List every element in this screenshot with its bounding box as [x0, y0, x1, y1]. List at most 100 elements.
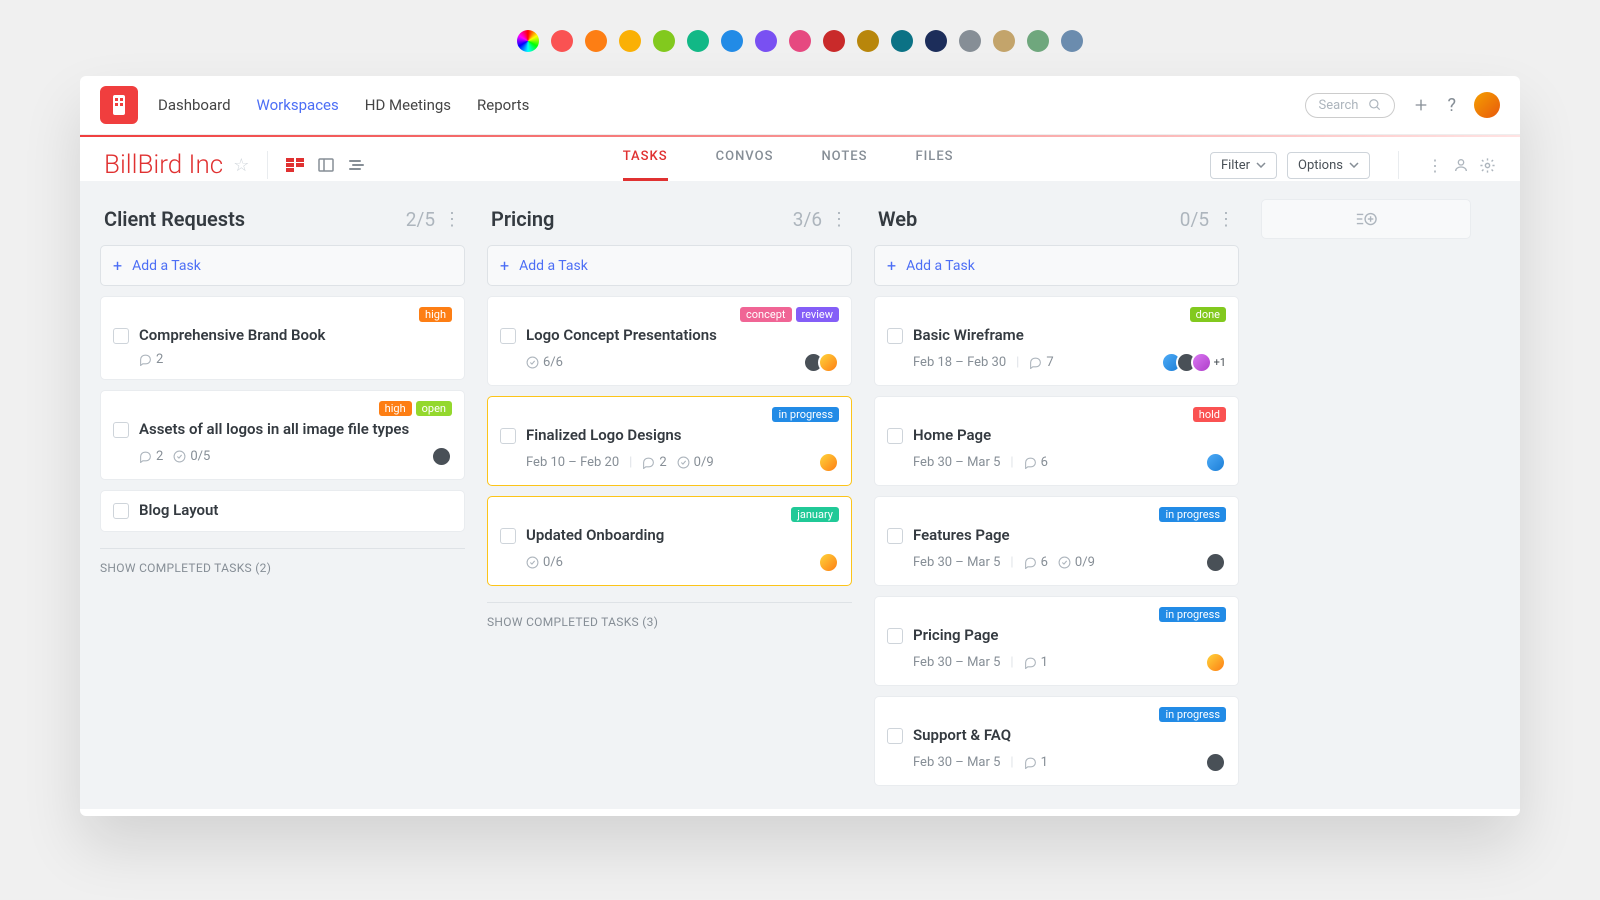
list-view-icon[interactable] — [348, 159, 366, 171]
avatar[interactable] — [1205, 452, 1226, 473]
task-card[interactable]: highComprehensive Brand Book2 — [100, 296, 465, 380]
task-title: Comprehensive Brand Book — [139, 326, 452, 344]
tab-files[interactable]: FILES — [915, 149, 953, 181]
more-icon[interactable]: ⋮ — [1427, 156, 1443, 175]
tab-notes[interactable]: NOTES — [821, 149, 867, 181]
avatar[interactable] — [818, 552, 839, 573]
color-swatch[interactable] — [1027, 30, 1049, 52]
color-swatch[interactable] — [517, 30, 539, 52]
avatar[interactable] — [1205, 752, 1226, 773]
task-checkbox[interactable] — [887, 428, 903, 444]
task-title: Assets of all logos in all image file ty… — [139, 420, 452, 438]
app-logo[interactable] — [100, 86, 138, 124]
column-menu-icon[interactable]: ⋮ — [830, 209, 848, 230]
search-input[interactable]: Search — [1305, 93, 1395, 118]
task-card[interactable]: doneBasic WireframeFeb 18 – Feb 30|7+1 — [874, 296, 1239, 386]
task-card[interactable]: holdHome PageFeb 30 – Mar 5|6 — [874, 396, 1239, 486]
filter-button[interactable]: Filter — [1210, 152, 1277, 179]
nav-reports[interactable]: Reports — [477, 96, 529, 114]
options-button[interactable]: Options — [1287, 152, 1370, 179]
subtask-count: 0/6 — [526, 555, 563, 570]
avatar[interactable] — [818, 352, 839, 373]
task-checkbox[interactable] — [113, 422, 129, 438]
avatar[interactable] — [431, 446, 452, 467]
avatar[interactable] — [1205, 552, 1226, 573]
task-checkbox[interactable] — [887, 528, 903, 544]
star-icon[interactable]: ☆ — [233, 155, 249, 176]
subheader: BillBird Inc ☆ TASKSCONVOSNOTESFILES Fil… — [80, 137, 1520, 181]
tab-tasks[interactable]: TASKS — [623, 149, 668, 181]
color-swatch[interactable] — [653, 30, 675, 52]
add-task-button[interactable]: +Add a Task — [874, 245, 1239, 286]
column-count: 2/5 — [406, 208, 435, 231]
divider — [267, 151, 268, 179]
task-card[interactable]: in progressSupport & FAQFeb 30 – Mar 5|1 — [874, 696, 1239, 786]
task-card[interactable]: Blog Layout — [100, 490, 465, 532]
show-completed-link[interactable]: SHOW COMPLETED TASKS (3) — [487, 602, 852, 629]
avatar[interactable] — [818, 452, 839, 473]
color-swatch[interactable] — [687, 30, 709, 52]
color-swatch[interactable] — [721, 30, 743, 52]
board-view-icon[interactable] — [286, 158, 304, 172]
more-avatars[interactable]: +1 — [1214, 356, 1226, 369]
assignee-avatars — [1211, 452, 1226, 473]
color-swatch[interactable] — [789, 30, 811, 52]
task-title: Blog Layout — [139, 501, 452, 519]
color-swatch[interactable] — [619, 30, 641, 52]
add-icon[interactable] — [1413, 97, 1429, 113]
task-checkbox[interactable] — [500, 428, 516, 444]
add-column-button[interactable] — [1261, 199, 1471, 239]
assignee-avatars — [1211, 652, 1226, 673]
color-swatch[interactable] — [959, 30, 981, 52]
subtask-count: 0/5 — [173, 449, 210, 464]
task-checkbox[interactable] — [500, 528, 516, 544]
tab-convos[interactable]: CONVOS — [716, 149, 774, 181]
color-swatch[interactable] — [551, 30, 573, 52]
avatar[interactable] — [1205, 652, 1226, 673]
add-task-button[interactable]: +Add a Task — [100, 245, 465, 286]
task-card[interactable]: in progressPricing PageFeb 30 – Mar 5|1 — [874, 596, 1239, 686]
column-menu-icon[interactable]: ⋮ — [443, 209, 461, 230]
task-dates: Feb 10 – Feb 20 — [526, 455, 619, 470]
task-checkbox[interactable] — [887, 628, 903, 644]
task-meta: Feb 18 – Feb 30|7+1 — [913, 352, 1226, 373]
task-meta: 6/6 — [526, 352, 839, 373]
task-card[interactable]: highopenAssets of all logos in all image… — [100, 390, 465, 480]
task-checkbox[interactable] — [887, 328, 903, 344]
tag-hold: hold — [1193, 407, 1226, 422]
color-swatch[interactable] — [585, 30, 607, 52]
view-switcher — [286, 158, 366, 172]
task-checkbox[interactable] — [500, 328, 516, 344]
split-view-icon[interactable] — [318, 158, 334, 172]
add-task-button[interactable]: +Add a Task — [487, 245, 852, 286]
task-card[interactable]: januaryUpdated Onboarding0/6 — [487, 496, 852, 586]
task-card[interactable]: conceptreviewLogo Concept Presentations6… — [487, 296, 852, 386]
color-swatch[interactable] — [755, 30, 777, 52]
task-card[interactable]: in progressFinalized Logo DesignsFeb 10 … — [487, 396, 852, 486]
color-swatch[interactable] — [925, 30, 947, 52]
comment-count: 1 — [1024, 655, 1048, 670]
nav-workspaces[interactable]: Workspaces — [257, 96, 339, 114]
task-dates: Feb 30 – Mar 5 — [913, 655, 1000, 670]
show-completed-link[interactable]: SHOW COMPLETED TASKS (2) — [100, 548, 465, 575]
color-swatch[interactable] — [993, 30, 1015, 52]
assignee-avatars — [809, 352, 839, 373]
task-card[interactable]: in progressFeatures PageFeb 30 – Mar 5|6… — [874, 496, 1239, 586]
column-count: 0/5 — [1180, 208, 1209, 231]
avatar[interactable] — [1191, 352, 1212, 373]
nav-dashboard[interactable]: Dashboard — [158, 96, 231, 114]
help-icon[interactable]: ? — [1447, 95, 1456, 116]
task-checkbox[interactable] — [113, 328, 129, 344]
user-avatar[interactable] — [1474, 92, 1500, 118]
task-checkbox[interactable] — [113, 503, 129, 519]
nav-hd-meetings[interactable]: HD Meetings — [365, 96, 451, 114]
add-task-label: Add a Task — [519, 258, 588, 274]
gear-icon[interactable] — [1479, 157, 1496, 174]
column-menu-icon[interactable]: ⋮ — [1217, 209, 1235, 230]
color-swatch[interactable] — [823, 30, 845, 52]
color-swatch[interactable] — [857, 30, 879, 52]
color-swatch[interactable] — [1061, 30, 1083, 52]
task-checkbox[interactable] — [887, 728, 903, 744]
person-icon[interactable] — [1453, 157, 1469, 173]
color-swatch[interactable] — [891, 30, 913, 52]
